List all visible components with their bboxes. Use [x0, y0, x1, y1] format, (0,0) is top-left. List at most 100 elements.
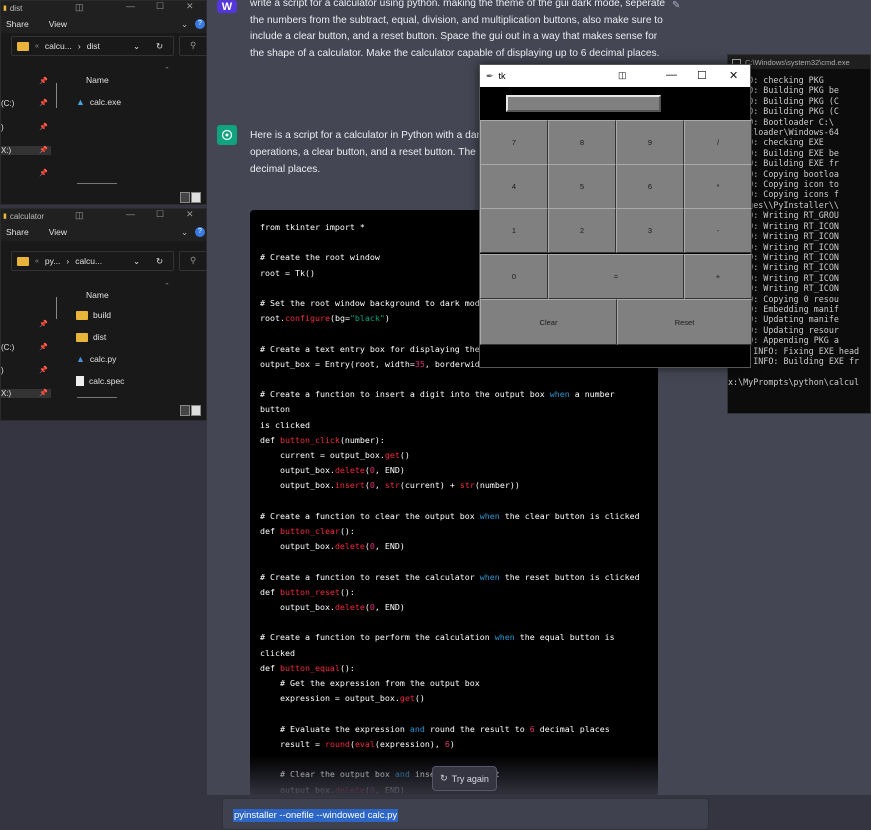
digit-3-button[interactable]: 3	[616, 208, 684, 253]
column-header-name[interactable]: Name	[86, 75, 109, 85]
digit-8-button[interactable]: 8	[548, 120, 616, 165]
pin-icon[interactable]: 📌	[39, 169, 48, 177]
pin-icon[interactable]: 📌	[39, 146, 48, 154]
column-header-name[interactable]: Name	[86, 290, 109, 300]
chevron-down-icon[interactable]: ⌄	[133, 256, 140, 267]
code-line: # Create the root window	[260, 252, 380, 263]
search-icon: ⚲	[190, 255, 197, 265]
pane-splitter[interactable]	[56, 297, 57, 319]
explorer-titlebar[interactable]: ▮ dist ◫ — ☐ ✕	[1, 1, 206, 15]
folder-icon	[17, 256, 29, 266]
digit-6-button[interactable]: 6	[616, 164, 684, 209]
add-button[interactable]: +	[684, 254, 752, 299]
pin-icon[interactable]: 📌	[39, 123, 48, 131]
close-button[interactable]: ✕	[186, 209, 194, 220]
output-box[interactable]	[506, 95, 661, 112]
code-line: # Get the expression from the output box	[260, 678, 480, 689]
tk-calculator-window[interactable]: ✒ tk ◫ — ☐ ✕ 7 8 9/ 4 5 6 * 1 2 3- 0 = + Clear Reset	[479, 64, 752, 368]
menu-share[interactable]: Share	[6, 19, 29, 29]
equal-button[interactable]: =	[548, 254, 684, 299]
tab-icon[interactable]: ◫	[618, 70, 627, 81]
digit-9-button[interactable]: 9	[616, 120, 684, 165]
pin-icon[interactable]: 📌	[39, 343, 48, 351]
view-toggle[interactable]	[180, 405, 202, 416]
tab-icon[interactable]: ◫	[75, 2, 84, 13]
address-box[interactable]	[11, 36, 174, 56]
file-row[interactable]: calc.spec	[76, 376, 124, 386]
menu-view[interactable]: View	[49, 227, 67, 237]
chevron-down-icon[interactable]: ⌄	[181, 19, 188, 30]
clear-button[interactable]: Clear	[480, 299, 617, 345]
file-row[interactable]: build	[76, 310, 111, 320]
address-box[interactable]	[11, 251, 174, 271]
explorer-window-dist[interactable]: ▮ dist ◫ — ☐ ✕ Share View ⌄ ? « calcu...…	[0, 0, 207, 205]
maximize-button[interactable]: ☐	[156, 1, 164, 12]
digit-0-button[interactable]: 0	[480, 254, 548, 299]
maximize-button[interactable]: ☐	[156, 209, 164, 220]
file-row[interactable]: ▲ calc.exe	[76, 97, 121, 107]
subtract-button[interactable]: -	[684, 208, 752, 253]
pin-icon[interactable]: 📌	[39, 389, 48, 397]
file-name[interactable]: calc.exe	[90, 97, 121, 107]
digit-5-button[interactable]: 5	[548, 164, 616, 209]
details-view-icon[interactable]	[180, 192, 190, 203]
close-button[interactable]: ✕	[186, 1, 194, 12]
scrollbar[interactable]	[77, 397, 117, 398]
menu-share[interactable]: Share	[6, 227, 29, 237]
edit-icon[interactable]: ✎	[672, 0, 682, 11]
help-icon[interactable]: ?	[195, 19, 205, 29]
details-view-icon[interactable]	[180, 405, 190, 416]
address-bar[interactable]: « calcu... › dist ⌄ ↻ ⚲	[1, 33, 206, 59]
file-name[interactable]: calc.py	[90, 354, 116, 364]
prompt-input[interactable]: pyinstaller --onefile --windowed calc.py	[222, 798, 709, 830]
chevron-down-icon[interactable]: ⌄	[181, 227, 188, 238]
digit-1-button[interactable]: 1	[480, 208, 548, 253]
close-button[interactable]: ✕	[729, 69, 738, 82]
maximize-button[interactable]: ☐	[697, 69, 707, 82]
try-again-button[interactable]: ↻ Try again	[432, 766, 497, 791]
pin-icon[interactable]: 📌	[39, 366, 48, 374]
search-input[interactable]: ⚲	[179, 36, 206, 56]
menu-view[interactable]: View	[49, 19, 67, 29]
file-name[interactable]: calc.spec	[89, 376, 124, 386]
file-row[interactable]: dist	[76, 332, 106, 342]
file-name[interactable]: build	[93, 310, 111, 320]
digit-4-button[interactable]: 4	[480, 164, 548, 209]
digit-7-button[interactable]: 7	[480, 120, 548, 165]
address-bar[interactable]: « py... › calcu... ⌄ ↻ ⚲	[1, 241, 206, 281]
tk-titlebar[interactable]: ✒ tk ◫ — ☐ ✕	[480, 65, 750, 87]
divide-button[interactable]: /	[684, 120, 752, 165]
tiles-view-icon[interactable]	[191, 405, 201, 416]
multiply-button[interactable]: *	[684, 164, 752, 209]
search-input[interactable]: ⚲	[179, 251, 206, 271]
assistant-message: Here is a script for a calculator in Pyt…	[250, 130, 485, 175]
pin-icon[interactable]: 📌	[39, 77, 48, 85]
tiles-view-icon[interactable]	[191, 192, 201, 203]
search-icon: ⚲	[190, 40, 197, 50]
digit-2-button[interactable]: 2	[548, 208, 616, 253]
chevron-down-icon[interactable]: ⌄	[133, 41, 140, 52]
nav-item-drive[interactable]: )	[1, 123, 4, 132]
minimize-button[interactable]: —	[126, 1, 135, 11]
exe-file-icon: ▲	[76, 97, 85, 107]
reset-button[interactable]: Reset	[617, 299, 752, 345]
file-row[interactable]: ▲ calc.py	[76, 354, 116, 364]
help-icon[interactable]: ?	[195, 227, 205, 237]
refresh-icon[interactable]: ↻	[156, 256, 163, 267]
scrollbar[interactable]	[77, 183, 117, 184]
explorer-window-calculator[interactable]: ▮ calculator ◫ — ☐ ✕ Share View ⌄ ? « py…	[0, 208, 207, 421]
tab-icon[interactable]: ◫	[75, 210, 84, 221]
nav-item-drive[interactable]: (C:)	[1, 99, 14, 108]
pin-icon[interactable]: 📌	[39, 99, 48, 107]
minimize-button[interactable]: —	[666, 69, 677, 81]
minimize-button[interactable]: —	[126, 209, 135, 219]
nav-item-drive[interactable]: )	[1, 366, 4, 375]
view-toggle[interactable]	[180, 192, 202, 203]
explorer-titlebar[interactable]: ▮ calculator ◫ — ☐ ✕	[1, 209, 206, 223]
pane-splitter[interactable]	[56, 83, 57, 108]
nav-item-drive[interactable]: (C:)	[1, 343, 14, 352]
file-name[interactable]: dist	[93, 332, 106, 342]
prompt-input-text[interactable]: pyinstaller --onefile --windowed calc.py	[233, 809, 399, 822]
refresh-icon[interactable]: ↻	[156, 41, 163, 52]
pin-icon[interactable]: 📌	[39, 320, 48, 328]
